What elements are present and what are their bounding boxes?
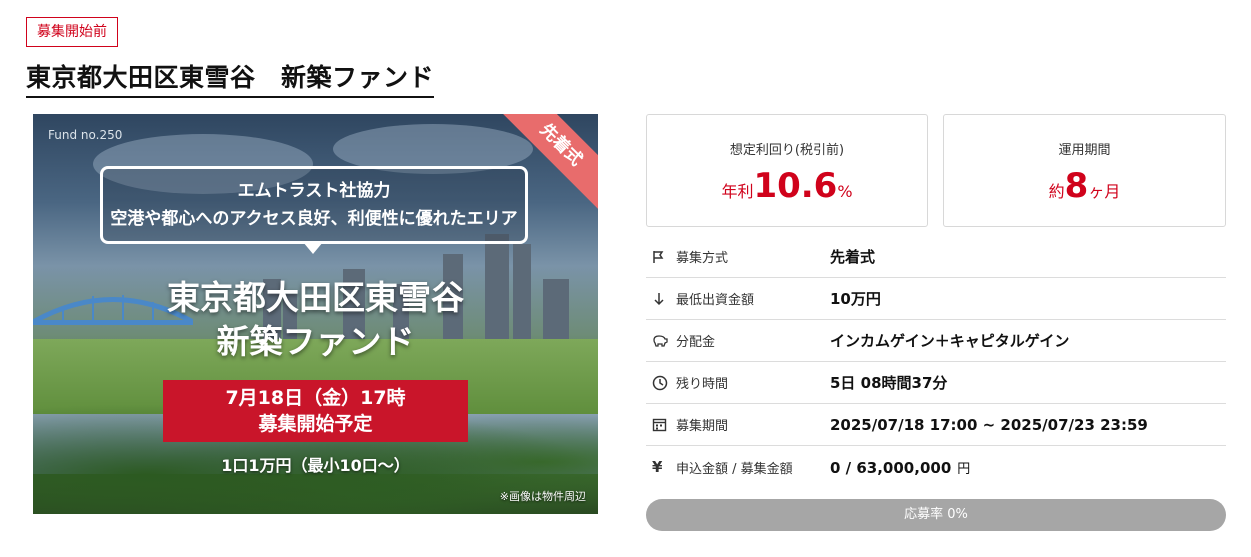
- banner-title-line: 東京都大田区東雪谷: [167, 278, 464, 317]
- period-suffix: ヶ月: [1088, 182, 1121, 201]
- detail-value: 10万円: [830, 290, 881, 308]
- detail-row-minimum: 最低出資金額 10万円: [646, 278, 1226, 320]
- application-rate-bar: 応募率 0%: [646, 499, 1226, 531]
- detail-label: 申込金額 / 募集金額: [676, 461, 793, 477]
- start-date-line: 募集開始予定: [258, 413, 373, 435]
- yield-prefix: 年利: [721, 182, 754, 201]
- banner-title: 東京都大田区東雪谷 新築ファンド: [33, 276, 598, 364]
- callout-line: エムトラスト社協力: [237, 181, 391, 201]
- period-prefix: 約: [1048, 182, 1065, 201]
- period-number: 8: [1064, 166, 1089, 206]
- amount-unit: 円: [957, 461, 971, 477]
- detail-value: インカムゲイン＋キャピタルゲイン: [830, 332, 1070, 350]
- detail-label: 募集期間: [676, 419, 729, 434]
- detail-value: 5日 08時間37分: [830, 374, 948, 392]
- unit-text: 1口1万円（最小10口〜）: [221, 456, 410, 475]
- yield-label: 想定利回り(税引前): [729, 143, 845, 158]
- detail-row-distribution: 分配金 インカムゲイン＋キャピタルゲイン: [646, 320, 1226, 362]
- flag-icon: [646, 250, 676, 264]
- detail-row-method: 募集方式 先着式: [646, 236, 1226, 278]
- clock-icon: [646, 375, 676, 391]
- arrow-down-icon: [646, 292, 676, 306]
- detail-value: 先着式: [830, 248, 876, 266]
- page-title: 東京都大田区東雪谷 新築ファンド: [26, 58, 435, 98]
- start-date-line: 7月18日（金）17時: [225, 387, 406, 409]
- detail-label: 残り時間: [676, 377, 729, 392]
- yen-icon: ¥: [652, 458, 663, 476]
- callout-tail: [303, 242, 323, 254]
- detail-value: 0 / 63,000,000 円: [830, 458, 970, 477]
- image-note: ※画像は物件周辺: [499, 490, 586, 503]
- progress-label: 応募率 0%: [904, 507, 968, 522]
- detail-value: 2025/07/18 17:00 ~ 2025/07/23 23:59: [830, 415, 1148, 434]
- yield-card: 想定利回り(税引前) 年利10.6%: [646, 114, 928, 227]
- banner-title-line: 新築ファンド: [216, 322, 415, 361]
- detail-label: 募集方式: [676, 251, 729, 266]
- start-date-box: 7月18日（金）17時 募集開始予定: [163, 380, 468, 442]
- detail-row-period: 募集期間 2025/07/18 17:00 ~ 2025/07/23 23:59: [646, 404, 1226, 446]
- callout-box: エムトラスト社協力 空港や都心へのアクセス良好、利便性に優れたエリア: [100, 166, 528, 244]
- period-label: 運用期間: [1058, 143, 1111, 158]
- period-card: 運用期間 約8ヶ月: [943, 114, 1226, 227]
- detail-row-amount: ¥ 申込金額 / 募集金額 0 / 63,000,000 円: [646, 446, 1226, 488]
- detail-label: 分配金: [676, 335, 716, 350]
- fund-banner-image: Fund no.250 先着式 エムトラスト社協力 空港や都心へのアクセス良好、…: [33, 114, 598, 514]
- calendar-icon: [646, 417, 676, 432]
- yield-number: 10.6: [753, 166, 838, 206]
- period-value: 約8ヶ月: [944, 166, 1225, 206]
- detail-label: 最低出資金額: [676, 293, 755, 308]
- yield-suffix: %: [837, 182, 853, 201]
- piggy-bank-icon: [646, 334, 676, 348]
- yield-value: 年利10.6%: [647, 166, 927, 206]
- status-badge: 募集開始前: [26, 17, 118, 47]
- callout-line: 空港や都心へのアクセス良好、利便性に優れたエリア: [110, 209, 518, 229]
- fund-number: Fund no.250: [48, 128, 123, 142]
- detail-row-remaining: 残り時間 5日 08時間37分: [646, 362, 1226, 404]
- amount-value: 0 / 63,000,000: [830, 458, 952, 477]
